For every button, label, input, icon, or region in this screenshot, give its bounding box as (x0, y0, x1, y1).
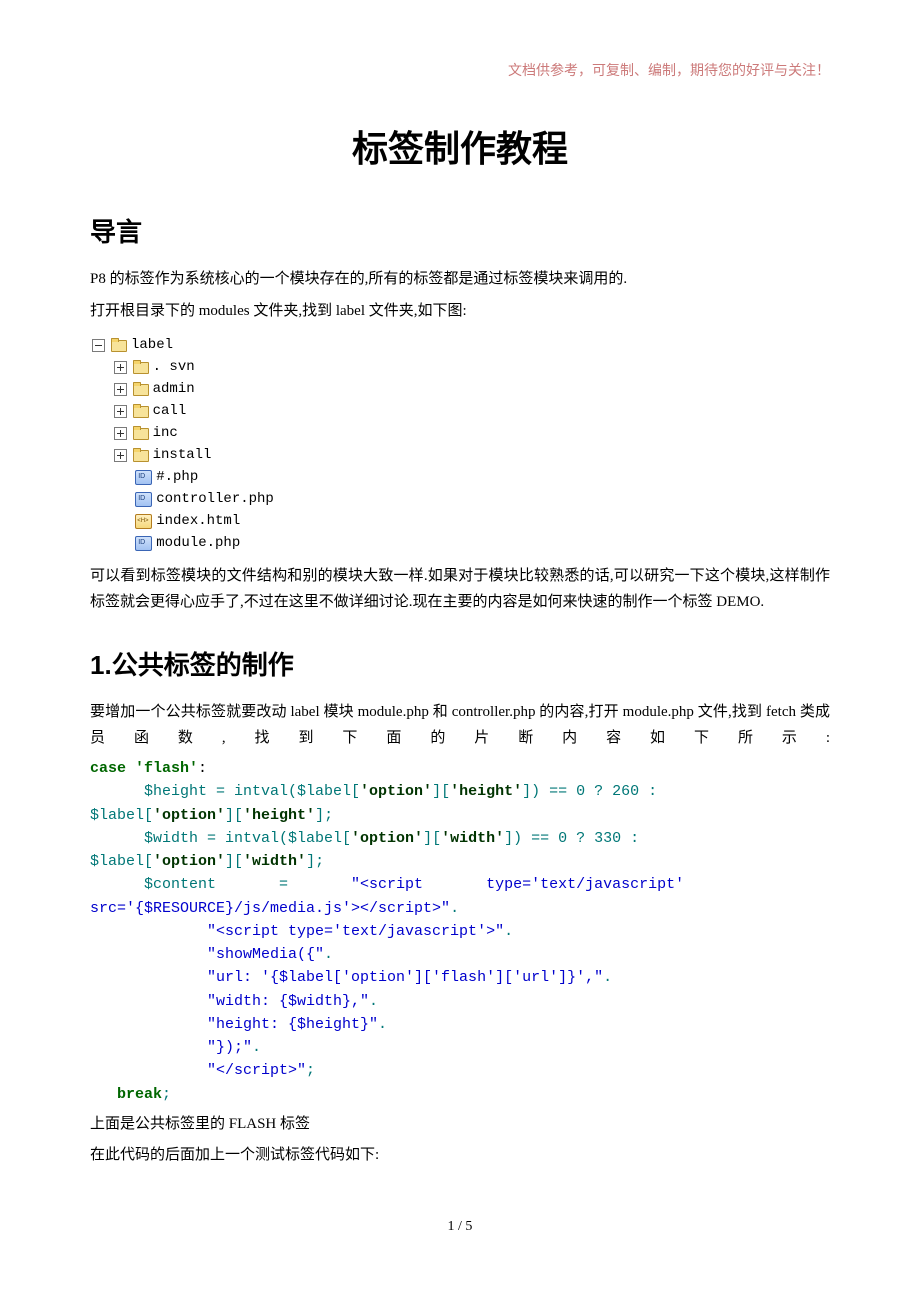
intro-paragraph-3: 可以看到标签模块的文件结构和别的模块大致一样.如果对于模块比较熟悉的话,可以研究… (90, 564, 830, 615)
after-code-p1: 上面是公共标签里的 FLASH 标签 (90, 1112, 830, 1138)
code-punct: . (369, 993, 378, 1010)
expand-icon (114, 361, 127, 374)
code-line: ]) == 0 ? 260 : (522, 783, 657, 800)
code-string: 'width' (441, 830, 504, 847)
code-string: 'flash' (135, 760, 198, 777)
section-intro-heading: 导言 (90, 212, 830, 249)
expand-icon (114, 383, 127, 396)
code-string: "<script type='text/javascript'>" (90, 923, 504, 940)
code-line: $height = intval($label[ (90, 783, 360, 800)
tree-file: module.php (90, 532, 830, 554)
expand-icon (114, 449, 127, 462)
tree-label: admin (153, 379, 195, 400)
tree-label: module.php (156, 533, 240, 554)
tree-file: index.html (90, 510, 830, 532)
code-string: 'height' (450, 783, 522, 800)
section-number: 1. (90, 650, 112, 680)
collapse-icon (92, 339, 105, 352)
code-line: $content = (90, 876, 351, 893)
folder-open-icon (133, 360, 149, 374)
tree-folder: inc (90, 422, 830, 444)
doc-title: 标签制作教程 (90, 120, 830, 172)
code-punct: . (378, 1016, 387, 1033)
tree-label: controller.php (156, 489, 274, 510)
html-file-icon (135, 514, 152, 529)
code-punct: ; (306, 1062, 315, 1079)
code-line: $width = intval($label[ (90, 830, 351, 847)
php-file-icon (135, 536, 152, 551)
code-punct: ][ (225, 807, 243, 824)
section-1-paragraph-1: 要增加一个公共标签就要改动 label 模块 module.php 和 cont… (90, 700, 830, 751)
code-string: 'width' (243, 853, 306, 870)
code-punct: . (504, 923, 513, 940)
code-punct: . (324, 946, 333, 963)
tree-folder: . svn (90, 356, 830, 378)
code-line: ]) == 0 ? 330 : (504, 830, 639, 847)
code-string: "url: '{$label['option']['flash']['url']… (90, 969, 603, 986)
code-string: 'option' (153, 807, 225, 824)
folder-open-icon (133, 426, 149, 440)
folder-open-icon (133, 448, 149, 462)
document-page: 文档供参考，可复制、编制，期待您的好评与关注！ 标签制作教程 导言 P8 的标签… (0, 0, 920, 1275)
code-line: $label[ (90, 853, 153, 870)
tree-folder: admin (90, 378, 830, 400)
tree-label: inc (153, 423, 178, 444)
code-punct: : (198, 760, 207, 777)
code-string: 'height' (243, 807, 315, 824)
code-string: "});" (90, 1039, 252, 1056)
code-line: ]; (306, 853, 324, 870)
tree-label: label (131, 335, 173, 356)
code-block: case 'flash': $height = intval($label['o… (90, 757, 830, 1106)
code-string: "</script>" (90, 1062, 306, 1079)
code-line: $label[ (90, 807, 153, 824)
code-punct: ][ (432, 783, 450, 800)
expand-icon (114, 427, 127, 440)
code-string: 'option' (153, 853, 225, 870)
tree-label: call (153, 401, 187, 422)
tree-folder: call (90, 400, 830, 422)
code-line: ]; (315, 807, 333, 824)
folder-open-icon (133, 404, 149, 418)
code-string: "<script type='text/javascript' (351, 876, 684, 893)
tree-folder: install (90, 444, 830, 466)
code-punct: . (450, 900, 459, 917)
code-punct: ][ (225, 853, 243, 870)
code-keyword: case (90, 760, 135, 777)
intro-paragraph-1: P8 的标签作为系统核心的一个模块存在的,所有的标签都是通过标签模块来调用的. (90, 267, 830, 293)
code-string: "height: {$height}" (90, 1016, 378, 1033)
tree-label: install (153, 445, 212, 466)
code-string: "width: {$width}," (90, 993, 369, 1010)
folder-open-icon (111, 338, 127, 352)
section-title-text: 公共标签的制作 (112, 650, 294, 680)
tree-file: controller.php (90, 488, 830, 510)
tree-file: #.php (90, 466, 830, 488)
code-string: "showMedia({" (90, 946, 324, 963)
after-code-p2: 在此代码的后面加上一个测试标签代码如下: (90, 1143, 830, 1169)
tree-label: index.html (156, 511, 240, 532)
file-tree: label . svn admin call inc (90, 334, 830, 554)
page-number: 1 / 5 (90, 1219, 830, 1235)
folder-open-icon (133, 382, 149, 396)
code-string: 'option' (360, 783, 432, 800)
header-note: 文档供参考，可复制、编制，期待您的好评与关注！ (90, 60, 830, 80)
code-punct: . (252, 1039, 261, 1056)
tree-label: #.php (156, 467, 198, 488)
code-punct: . (603, 969, 612, 986)
code-punct: ][ (423, 830, 441, 847)
code-string: 'option' (351, 830, 423, 847)
tree-root: label (90, 334, 830, 356)
php-file-icon (135, 470, 152, 485)
code-punct: ; (162, 1086, 171, 1103)
expand-icon (114, 405, 127, 418)
tree-label: . svn (153, 357, 195, 378)
php-file-icon (135, 492, 152, 507)
section-1-heading: 1.公共标签的制作 (90, 645, 830, 682)
intro-paragraph-2: 打开根目录下的 modules 文件夹,找到 label 文件夹,如下图: (90, 299, 830, 325)
code-keyword: break (90, 1086, 162, 1103)
code-string: src='{$RESOURCE}/js/media.js'></script>" (90, 900, 450, 917)
